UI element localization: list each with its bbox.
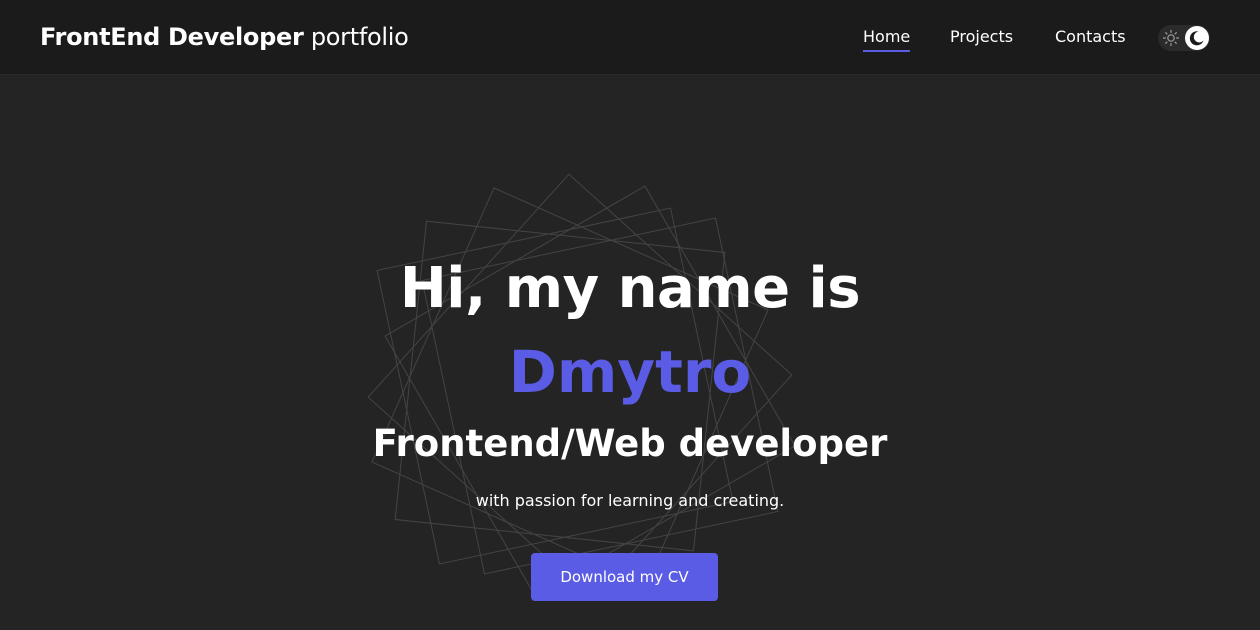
theme-toggle[interactable] bbox=[1158, 25, 1210, 51]
nav-projects-link[interactable]: Projects bbox=[950, 27, 1013, 47]
moon-icon bbox=[1189, 31, 1204, 46]
site-header: FrontEnd Developer portfolio Home Projec… bbox=[0, 0, 1260, 75]
hero-greeting: Hi, my name is bbox=[399, 256, 861, 321]
download-cv-button[interactable]: Download my CV bbox=[531, 553, 718, 601]
hero-role: Frontend/Web developer bbox=[372, 422, 888, 465]
hero-tagline: with passion for learning and creating. bbox=[475, 491, 785, 510]
brand-subtitle: portfolio bbox=[310, 23, 409, 51]
nav-home-link[interactable]: Home bbox=[863, 27, 911, 52]
hero-name: Dmytro bbox=[508, 338, 752, 406]
nav-contacts-link[interactable]: Contacts bbox=[1055, 27, 1126, 47]
hero-section: Hi, my name is Dmytro Frontend/Web devel… bbox=[0, 76, 1260, 630]
sun-icon bbox=[1162, 29, 1180, 47]
site-brand[interactable]: FrontEnd Developer portfolio bbox=[40, 22, 409, 52]
brand-title: FrontEnd Developer bbox=[40, 23, 304, 51]
theme-toggle-knob bbox=[1185, 26, 1209, 50]
